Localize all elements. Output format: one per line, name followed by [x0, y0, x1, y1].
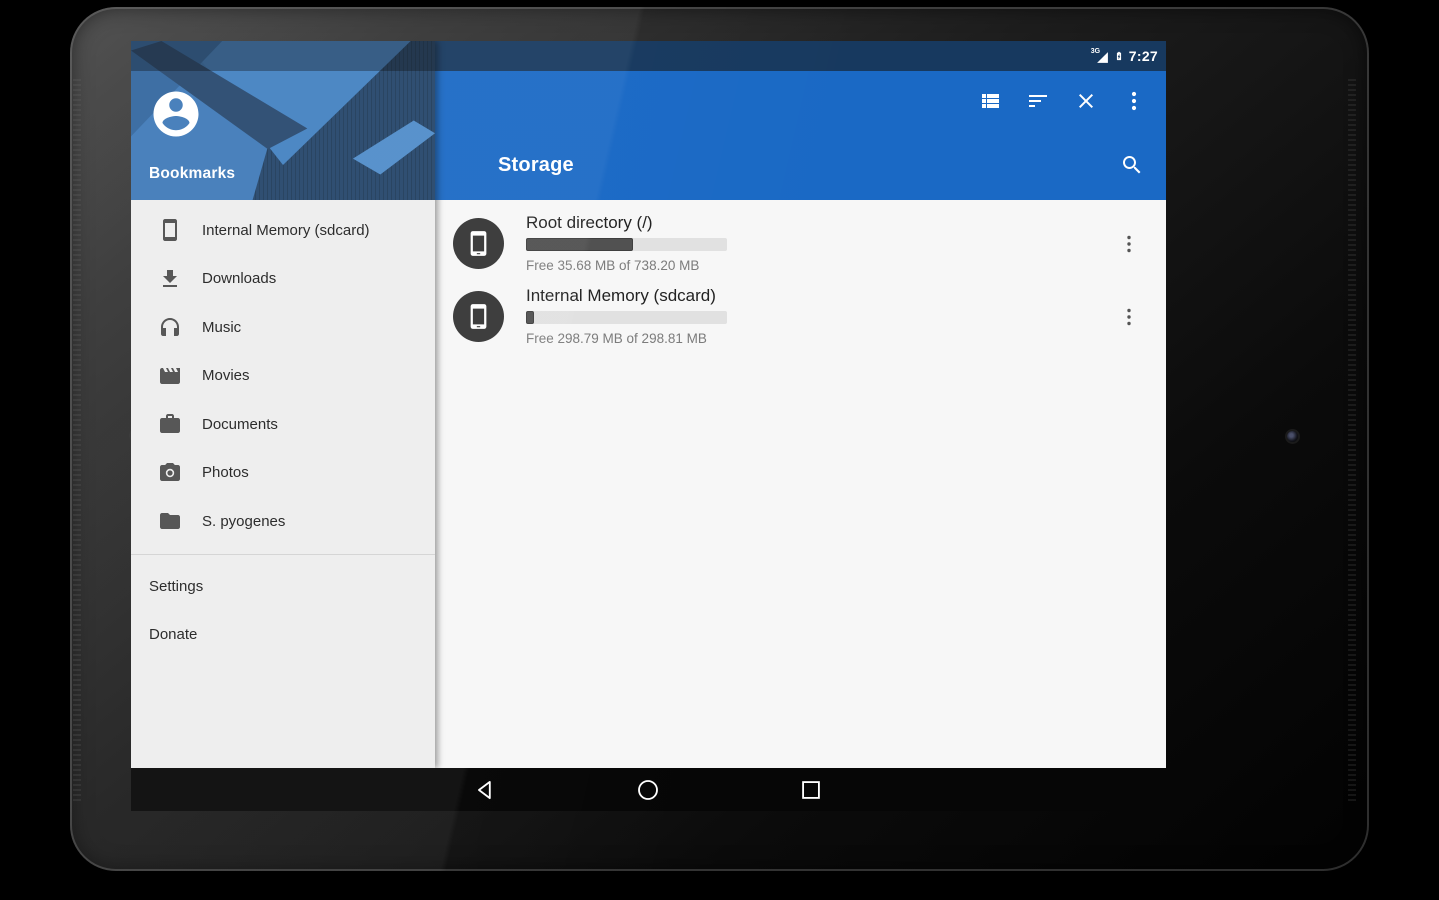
overflow-menu-icon[interactable] [1117, 232, 1141, 256]
recents-icon[interactable] [798, 777, 824, 803]
sidebar-item-label: Downloads [202, 270, 276, 287]
sidebar-item-label: Movies [202, 367, 250, 384]
storage-row-internal-memory[interactable]: Internal Memory (sdcard) Free 298.79 MB … [435, 276, 1166, 349]
sidebar-item-label: Music [202, 319, 241, 336]
sidebar-item-label: S. pyogenes [202, 513, 285, 530]
overflow-menu-icon[interactable] [1122, 89, 1146, 113]
folder-icon [158, 509, 182, 533]
smartphone-icon [453, 218, 504, 269]
front-camera-right [1287, 431, 1298, 442]
search-icon[interactable] [1120, 153, 1144, 177]
sidebar-item-documents[interactable]: Documents [131, 400, 435, 449]
toolbar-actions [978, 89, 1146, 113]
drawer-list: Internal Memory (sdcard) Downloads Music… [131, 200, 435, 546]
sidebar-item-s-pyogenes[interactable]: S. pyogenes [131, 497, 435, 546]
sidebar-item-label: Internal Memory (sdcard) [202, 222, 370, 239]
headphones-icon [158, 315, 182, 339]
sidebar-item-movies[interactable]: Movies [131, 352, 435, 401]
movie-icon [158, 364, 182, 388]
drawer-header: Bookmarks [131, 41, 435, 200]
left-edge-grille [73, 77, 81, 801]
drawer-footer: Settings Donate [131, 555, 435, 659]
usage-progressbar [526, 238, 727, 251]
briefcase-icon [158, 412, 182, 436]
right-edge-grille [1348, 77, 1356, 801]
battery-charging-icon [1114, 48, 1124, 64]
sidebar-item-photos[interactable]: Photos [131, 449, 435, 498]
home-icon[interactable] [635, 777, 661, 803]
free-space-label: Free 35.68 MB of 738.20 MB [526, 258, 699, 273]
usage-progress-fill [526, 311, 534, 324]
free-space-label: Free 298.79 MB of 298.81 MB [526, 331, 707, 346]
sidebar-item-internal-memory[interactable]: Internal Memory (sdcard) [131, 206, 435, 255]
storage-list: Root directory (/) Free 35.68 MB of 738.… [435, 200, 1166, 768]
smartphone-icon [158, 218, 182, 242]
clock: 7:27 [1129, 48, 1158, 64]
usage-progressbar [526, 311, 727, 324]
storage-name: Internal Memory (sdcard) [526, 286, 716, 306]
smartphone-icon [453, 291, 504, 342]
stage: 3G 7:27 [0, 0, 1439, 900]
sidebar-item-settings[interactable]: Settings [131, 563, 435, 611]
signal-icon: 3G [1091, 47, 1109, 65]
app-toolbar: Storage [435, 71, 1166, 200]
overflow-menu-icon[interactable] [1117, 305, 1141, 329]
sidebar-item-downloads[interactable]: Downloads [131, 255, 435, 304]
status-bar: 3G 7:27 [435, 41, 1166, 71]
view-list-icon[interactable] [978, 89, 1002, 113]
tablet-screen: 3G 7:27 [131, 41, 1166, 811]
android-navbar [131, 768, 1166, 811]
drawer-title: Bookmarks [149, 165, 235, 183]
storage-row-root[interactable]: Root directory (/) Free 35.68 MB of 738.… [435, 203, 1166, 276]
account-circle-icon[interactable] [149, 87, 203, 141]
navigation-drawer: Bookmarks Internal Memory (sdcard) Downl… [131, 41, 435, 768]
storage-name: Root directory (/) [526, 213, 653, 233]
sidebar-item-music[interactable]: Music [131, 303, 435, 352]
close-icon[interactable] [1074, 89, 1098, 113]
download-icon [158, 267, 182, 291]
usage-progress-fill [526, 238, 633, 251]
sidebar-item-label: Photos [202, 464, 249, 481]
camera-icon [158, 461, 182, 485]
back-icon[interactable] [473, 777, 499, 803]
sort-icon[interactable] [1026, 89, 1050, 113]
status-bar-scrim [131, 41, 435, 71]
sidebar-item-label: Documents [202, 416, 278, 433]
sidebar-item-donate[interactable]: Donate [131, 611, 435, 659]
page-title: Storage [498, 154, 574, 177]
